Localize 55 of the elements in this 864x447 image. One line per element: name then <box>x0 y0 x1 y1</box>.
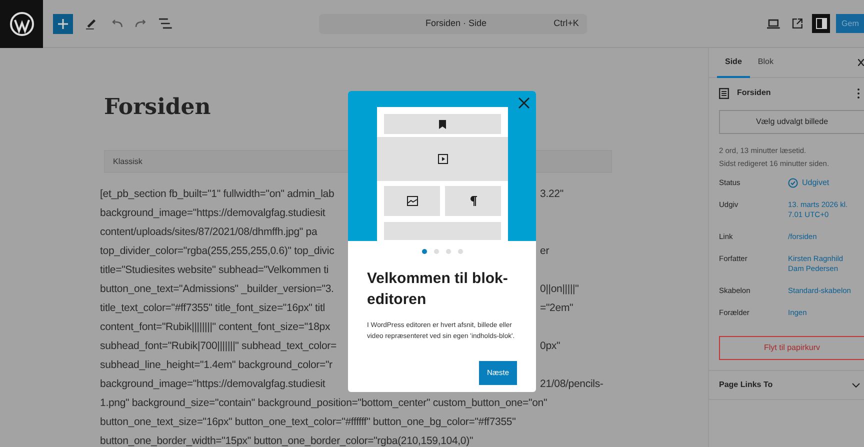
command-bar[interactable]: Forsiden · Side Ctrl+K <box>318 14 587 34</box>
block-label: Klassisk <box>113 156 142 168</box>
code-text: 3.22" <box>540 186 564 202</box>
code-text: subhead_line_height="1.4em" background_color="r <box>100 358 332 371</box>
bookmark-icon <box>439 120 446 128</box>
code-text: 1.png" background_size="contain" background_position="bottom_center" custom_button_one="on" <box>100 396 548 411</box>
sidebar-toggle-button[interactable] <box>812 14 830 33</box>
trash-button[interactable]: Flyt til papirkurv <box>719 336 864 360</box>
code-text: 0||on|||||" <box>540 282 579 297</box>
code-text: content/uploads/sites/87/2021/08/dhmffh.jpg" pa <box>100 226 318 238</box>
keyboard-shortcut: Ctrl+K <box>554 16 579 30</box>
close-icon[interactable] <box>858 59 864 66</box>
external-link-icon[interactable] <box>792 18 803 29</box>
sidebar-tab[interactable]: Side <box>717 48 750 78</box>
code-text: background_image="https://demovalgfag.studiesit <box>100 206 326 219</box>
pen-icon[interactable] <box>85 18 97 30</box>
code-text: content_font="Rubik||||||||" content_font_size="18px <box>100 320 330 333</box>
code-text: title="Studiesites website" subhead="Velkommen ti <box>100 264 329 276</box>
featured-image-button[interactable]: Vælg udvalgt billede <box>719 110 864 134</box>
sidebar-tab[interactable]: Blok <box>750 48 782 78</box>
close-icon[interactable] <box>518 97 530 109</box>
check-circle-icon <box>788 178 798 188</box>
code-text: button_one_border_width="15px" button_one_border_color="rgba(210,159,104,0)" <box>100 434 474 447</box>
sidebar-icon <box>816 18 826 29</box>
code-text: top_divider_color="rgba(255,255,255,0.6)" top_divic <box>100 244 334 257</box>
laptop-icon[interactable] <box>766 18 780 28</box>
redo-icon[interactable] <box>134 18 147 28</box>
undo-icon[interactable] <box>111 18 123 28</box>
code-text: background_image="https://demovalgfag.studiesit <box>100 378 326 390</box>
code-text: subhead_font="Rubik|700|||||||" subhead_text_color= <box>100 340 336 352</box>
code-text: title_text_color="#ff7355" title_font_size="16px" titl <box>100 302 325 314</box>
code-text: button_one_text_size="16px" button_one_text_color="#ffffff" button_one_bg_color="#ff7355" <box>100 414 516 430</box>
code-text: ="2em" <box>540 300 574 316</box>
dialog-title: Velkommen til blok-editoren <box>366 269 509 310</box>
code-text: button_one_text="Admissions" _builder_version="3. <box>100 282 334 295</box>
page-icon <box>719 88 729 98</box>
more-options-icon[interactable] <box>857 88 860 98</box>
paragraph-icon <box>470 196 476 206</box>
document-title: Forsiden · Side <box>426 16 487 30</box>
add-block-button[interactable] <box>53 14 74 34</box>
page-name: Forsiden <box>737 87 771 99</box>
field-link[interactable]: Udgivet <box>802 178 830 188</box>
list-view-icon[interactable] <box>158 18 172 29</box>
wordpress-logo[interactable] <box>0 0 44 48</box>
code-text: 21/08/pencils- <box>540 376 604 392</box>
video-icon <box>438 154 448 164</box>
plus-icon <box>58 18 68 28</box>
panel-title[interactable]: Page Links To <box>719 379 773 391</box>
save-button[interactable]: Gem <box>836 14 864 33</box>
chevron-icon[interactable] <box>852 382 860 388</box>
image-icon <box>406 196 418 206</box>
code-text: er <box>540 244 550 259</box>
code-text: 0px" <box>540 338 560 354</box>
code-text: [et_pb_section fb_built="1" fullwidth="on" admin_lab <box>100 188 334 200</box>
page-title[interactable]: Forsiden <box>104 92 708 122</box>
